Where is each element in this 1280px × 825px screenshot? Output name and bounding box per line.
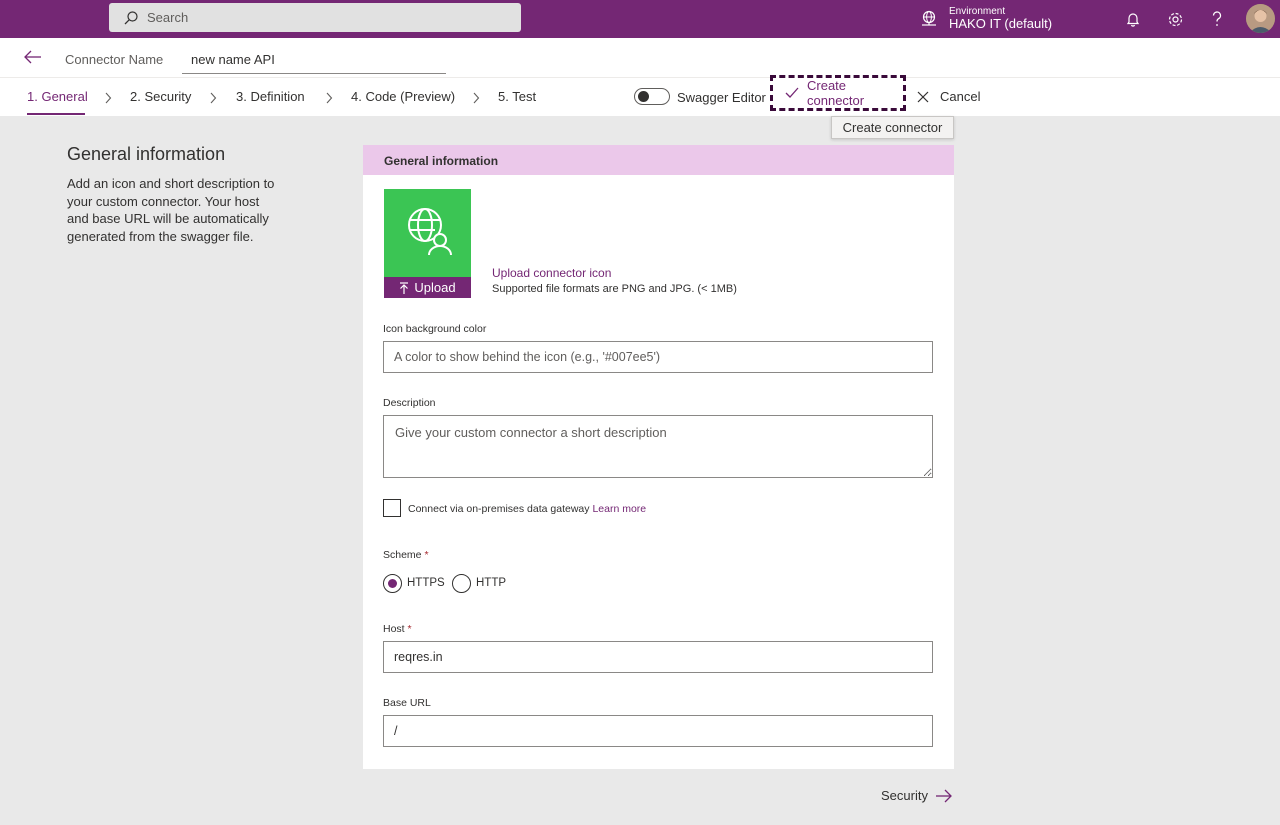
scheme-radio-https[interactable]: [383, 574, 402, 593]
chevron-right-icon: [472, 91, 480, 104]
search-placeholder: Search: [147, 10, 189, 25]
connector-icon-preview: Upload: [384, 189, 471, 298]
globe-user-icon: [405, 207, 453, 257]
icon-background-color-input[interactable]: [383, 341, 933, 373]
upload-button[interactable]: Upload: [384, 277, 471, 298]
cancel-label: Cancel: [940, 89, 981, 104]
arrow-right-icon: [935, 789, 952, 803]
required-marker: *: [424, 549, 429, 561]
checkmark-icon: [785, 87, 799, 99]
connector-name-row: Connector Name: [0, 38, 1280, 78]
toggle-knob: [638, 91, 649, 102]
close-icon: [917, 91, 929, 103]
gateway-checkbox-label: Connect via on-premises data gateway Lea…: [408, 503, 646, 515]
tab-security[interactable]: 2. Security: [130, 89, 191, 104]
create-connector-tooltip: Create connector: [831, 116, 954, 139]
swagger-editor-label: Swagger Editor: [677, 90, 766, 105]
learn-more-link[interactable]: Learn more: [592, 503, 646, 515]
scheme-label-text: Scheme: [383, 549, 422, 561]
top-bar: Search Environment HAKO IT (default): [0, 0, 1280, 38]
environment-value: HAKO IT (default): [949, 16, 1053, 32]
description-textarea[interactable]: [383, 415, 933, 478]
user-avatar[interactable]: [1246, 4, 1275, 33]
create-connector-button[interactable]: Create connector: [770, 75, 906, 111]
swagger-editor-toggle[interactable]: [634, 88, 670, 105]
chevron-right-icon: [104, 91, 112, 104]
card-header: General information: [363, 145, 954, 175]
wizard-tabs: 1. General 2. Security 3. Definition 4. …: [0, 75, 1280, 116]
section-title: General information: [67, 144, 226, 164]
connector-name-input[interactable]: [182, 45, 446, 74]
chevron-right-icon: [209, 91, 217, 104]
settings-gear-icon[interactable]: [1165, 9, 1185, 29]
tab-definition[interactable]: 3. Definition: [236, 89, 305, 104]
next-security-link[interactable]: Security: [881, 788, 952, 803]
base-url-label: Base URL: [383, 697, 431, 709]
tab-test[interactable]: 5. Test: [498, 89, 536, 104]
general-information-card: General information Upload Upload connec…: [363, 145, 954, 769]
gateway-label-text: Connect via on-premises data gateway: [408, 503, 590, 515]
required-marker: *: [407, 623, 412, 635]
base-url-input[interactable]: [383, 715, 933, 747]
gateway-checkbox[interactable]: [383, 499, 401, 517]
environment-icon: [920, 10, 938, 28]
icon-background-color-label: Icon background color: [383, 323, 487, 335]
notifications-icon[interactable]: [1123, 9, 1143, 29]
upload-arrow-icon: [399, 281, 409, 294]
search-icon: [123, 10, 139, 26]
scheme-http-label: HTTP: [476, 577, 507, 589]
cancel-button[interactable]: Cancel: [917, 89, 980, 104]
next-security-label: Security: [881, 788, 928, 803]
section-description: Add an icon and short description to you…: [67, 176, 275, 244]
create-connector-label: Create connector: [807, 78, 865, 108]
back-arrow-icon[interactable]: [24, 50, 44, 66]
description-label: Description: [383, 397, 436, 409]
active-tab-indicator: [27, 113, 85, 115]
host-input[interactable]: [383, 641, 933, 673]
tab-code-preview[interactable]: 4. Code (Preview): [351, 89, 455, 104]
scheme-https-label: HTTPS: [407, 577, 445, 589]
help-icon[interactable]: [1207, 9, 1227, 29]
scheme-radio-http[interactable]: [452, 574, 471, 593]
environment-picker[interactable]: Environment HAKO IT (default): [920, 2, 1052, 36]
host-label: Host *: [383, 623, 412, 635]
scheme-label: Scheme *: [383, 549, 429, 561]
host-label-text: Host: [383, 623, 405, 635]
upload-label: Upload: [414, 280, 456, 295]
upload-format-note: Supported file formats are PNG and JPG. …: [492, 283, 737, 295]
connector-name-label: Connector Name: [65, 52, 164, 67]
chevron-right-icon: [325, 91, 333, 104]
search-box[interactable]: Search: [109, 3, 521, 32]
tab-general[interactable]: 1. General: [27, 89, 88, 104]
upload-connector-icon-link[interactable]: Upload connector icon: [492, 266, 611, 280]
